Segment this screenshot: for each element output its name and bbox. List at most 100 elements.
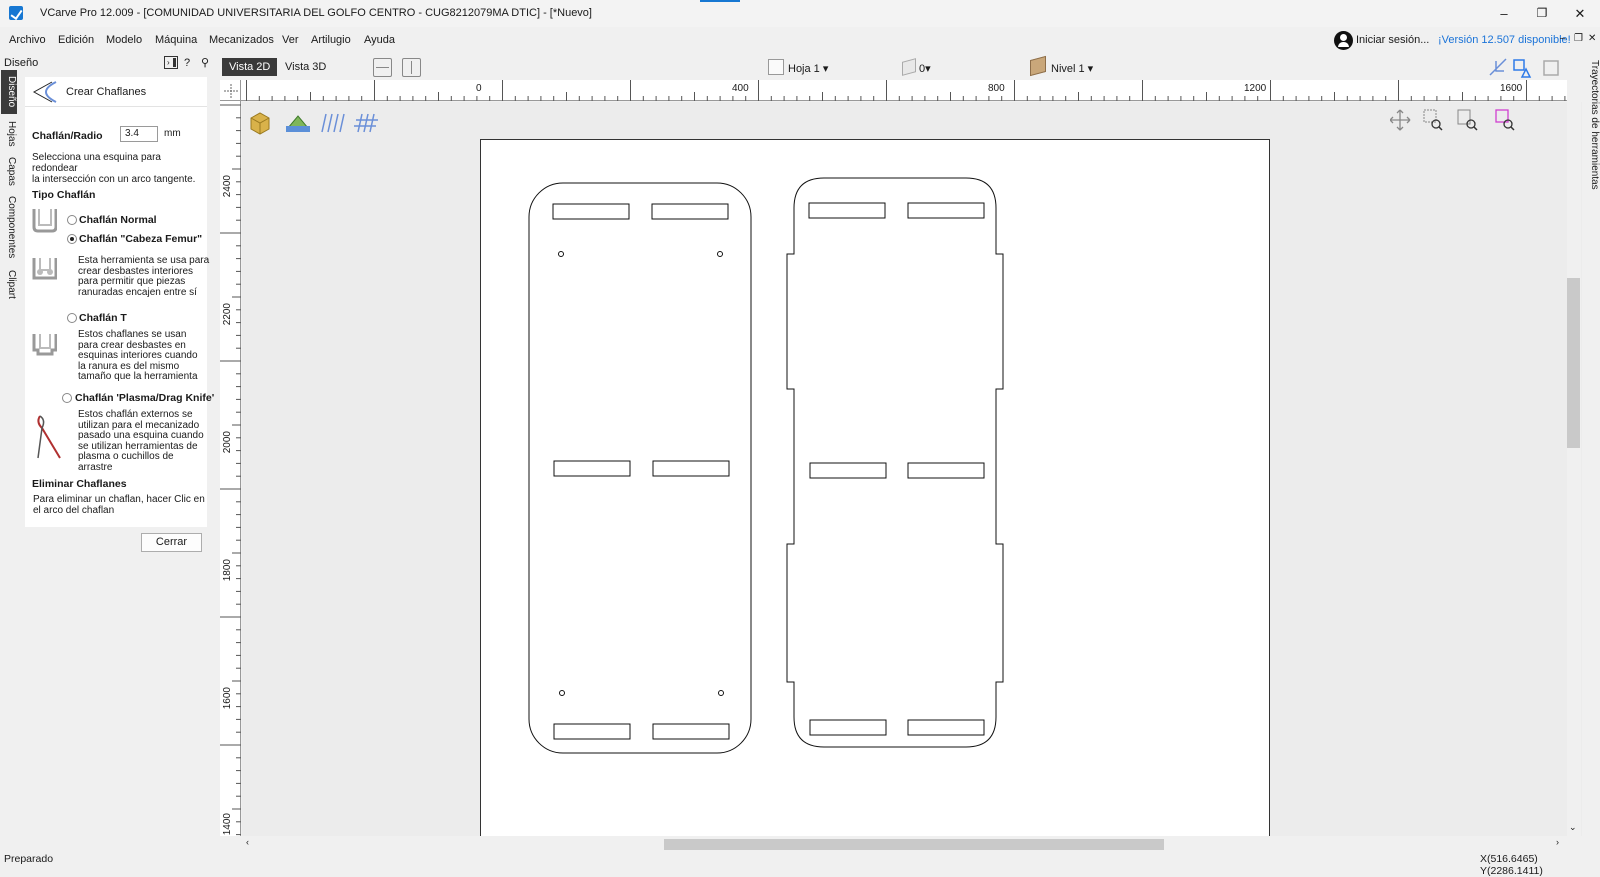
drawing-canvas[interactable] <box>242 102 1582 836</box>
tab-clipart[interactable]: Clipart <box>1 266 17 302</box>
radio-femur-chamfer[interactable] <box>67 234 77 244</box>
option-normal-chamfer-label[interactable]: Chaflán Normal <box>79 214 157 226</box>
tab-diseno[interactable]: Diseño <box>1 70 17 114</box>
remove-chamfer-heading: Eliminar Chaflanes <box>32 478 127 490</box>
option-femur-chamfer-label[interactable]: Chaflán "Cabeza Femur" <box>79 233 202 245</box>
menu-modelo[interactable]: Modelo <box>106 34 142 46</box>
left-part-outline[interactable] <box>528 182 752 754</box>
menu-edicion[interactable]: Edición <box>58 34 94 46</box>
hole[interactable] <box>559 690 565 696</box>
split-vertical-icon[interactable] <box>402 58 421 77</box>
instructions-line-1: Selecciona una esquina para <box>32 152 161 163</box>
horizontal-ruler <box>241 80 1581 101</box>
slot[interactable] <box>553 460 631 477</box>
doc-restore-button[interactable]: ❐ <box>1574 33 1583 44</box>
level-icon <box>1030 55 1046 77</box>
menu-mecanizados[interactable]: Mecanizados <box>209 34 274 46</box>
scroll-down-icon[interactable]: ⌄ <box>1569 822 1577 833</box>
radius-input[interactable]: 3.4 <box>120 126 158 142</box>
pin-icon[interactable]: ⚲ <box>201 56 209 69</box>
hole[interactable] <box>558 251 564 257</box>
femur-desc-1: Esta herramienta se usa para <box>78 255 210 266</box>
doc-close-button[interactable]: ✕ <box>1588 33 1596 44</box>
account-icon[interactable] <box>1334 31 1353 50</box>
panel-header-title: Diseño <box>4 57 39 69</box>
hole[interactable] <box>717 251 723 257</box>
sheet-view-icon[interactable] <box>1543 60 1559 76</box>
tab-capas[interactable]: Capas <box>1 154 17 188</box>
scroll-right-icon[interactable]: › <box>1556 837 1559 847</box>
slot[interactable] <box>809 719 887 736</box>
tab-view-3d[interactable]: Vista 3D <box>278 58 333 76</box>
level-dropdown[interactable]: Nivel 1 ▾ <box>1051 62 1093 75</box>
radio-t-chamfer[interactable] <box>67 313 77 323</box>
sheet-count-dropdown[interactable]: 0▾ <box>919 62 931 75</box>
sheet-count-icon <box>902 58 916 76</box>
ruler-h-label-4: 1600 <box>1500 83 1523 94</box>
signin-link[interactable]: Iniciar sesión... <box>1356 34 1429 46</box>
vertical-ruler <box>220 101 241 836</box>
radio-normal-chamfer[interactable] <box>67 215 77 225</box>
slot[interactable] <box>552 203 630 220</box>
slot[interactable] <box>651 203 729 220</box>
remove-chamfer-text-2: el arco del chaflan <box>33 504 115 516</box>
help-icon[interactable]: ? <box>184 57 190 69</box>
slot[interactable] <box>652 460 730 477</box>
slot[interactable] <box>907 462 985 479</box>
horizontal-scroll-thumb[interactable] <box>664 839 1164 850</box>
tab-toolpaths[interactable]: Trayectorias de herramientas <box>1582 60 1600 260</box>
menu-ver[interactable]: Ver <box>282 34 299 46</box>
title-accent-line <box>700 0 740 2</box>
ruler-h-label-1: 400 <box>732 83 749 94</box>
vertical-ruler-ticks <box>220 104 241 836</box>
slot[interactable] <box>809 462 887 479</box>
doc-minimize-button[interactable]: – <box>1560 33 1566 44</box>
femur-desc-4: ranuradas encajen entre sí <box>78 286 197 298</box>
sheet-label: Hoja 1 <box>788 63 820 75</box>
plasma-desc-3: pasado una esquina cuando <box>78 430 204 441</box>
hole[interactable] <box>718 690 724 696</box>
sheet-dropdown[interactable]: Hoja 1 ▾ <box>788 62 828 75</box>
restore-button[interactable]: ❐ <box>1524 0 1560 27</box>
split-horizontal-icon[interactable] <box>373 58 392 77</box>
ruler-v-label-4: 1600 <box>222 687 233 710</box>
t-chamfer-icon <box>32 334 57 356</box>
panel-title: Crear Chaflanes <box>66 86 147 98</box>
option-plasma-chamfer-label[interactable]: Chaflán 'Plasma/Drag Knife' <box>75 392 214 404</box>
vertical-scroll-thumb[interactable] <box>1567 278 1580 448</box>
slot[interactable] <box>553 723 631 740</box>
slot[interactable] <box>652 723 730 740</box>
shape-icon[interactable] <box>1513 59 1532 78</box>
instructions-line-2: redondear <box>32 163 78 174</box>
normal-chamfer-icon <box>32 209 57 233</box>
ruler-v-label-5: 1400 <box>222 813 233 836</box>
update-version-link[interactable]: ¡Versión 12.507 disponible! <box>1438 34 1571 46</box>
snap-icon[interactable] <box>1489 58 1507 76</box>
option-t-chamfer-label[interactable]: Chaflán T <box>79 312 127 324</box>
slot[interactable] <box>907 202 985 219</box>
slot[interactable] <box>907 719 985 736</box>
menu-artilugio[interactable]: Artilugio <box>311 34 351 46</box>
plasma-desc-6: arrastre <box>78 461 113 473</box>
ruler-v-label-3: 1800 <box>222 559 233 582</box>
femur-desc-3: para permitir que piezas <box>78 276 186 287</box>
close-window-button[interactable]: ✕ <box>1562 0 1598 27</box>
left-panel-tabs: Diseño Hojas Capas Componentes Clipart <box>0 70 18 850</box>
menu-maquina[interactable]: Máquina <box>155 34 197 46</box>
ruler-v-label-0: 2400 <box>222 175 233 198</box>
minimize-button[interactable]: – <box>1486 0 1522 27</box>
title-bar: VCarve Pro 12.009 - [COMUNIDAD UNIVERSIT… <box>0 0 1600 27</box>
menu-ayuda[interactable]: Ayuda <box>364 34 395 46</box>
radio-plasma-chamfer[interactable] <box>62 393 72 403</box>
tab-componentes[interactable]: Componentes <box>1 192 17 262</box>
tab-hojas[interactable]: Hojas <box>1 118 17 150</box>
plasma-chamfer-icon <box>37 415 61 459</box>
slot[interactable] <box>808 202 886 219</box>
panel-autohide-icon[interactable]: › <box>164 56 178 69</box>
tab-view-2d[interactable]: Vista 2D <box>222 58 278 76</box>
scroll-left-icon[interactable]: ‹ <box>246 837 249 847</box>
plasma-desc-5: plasma o cuchillos de <box>78 451 174 462</box>
t-desc-1: Estos chaflanes se usan <box>78 329 187 340</box>
close-panel-button[interactable]: Cerrar <box>141 533 202 552</box>
menu-archivo[interactable]: Archivo <box>9 34 46 46</box>
